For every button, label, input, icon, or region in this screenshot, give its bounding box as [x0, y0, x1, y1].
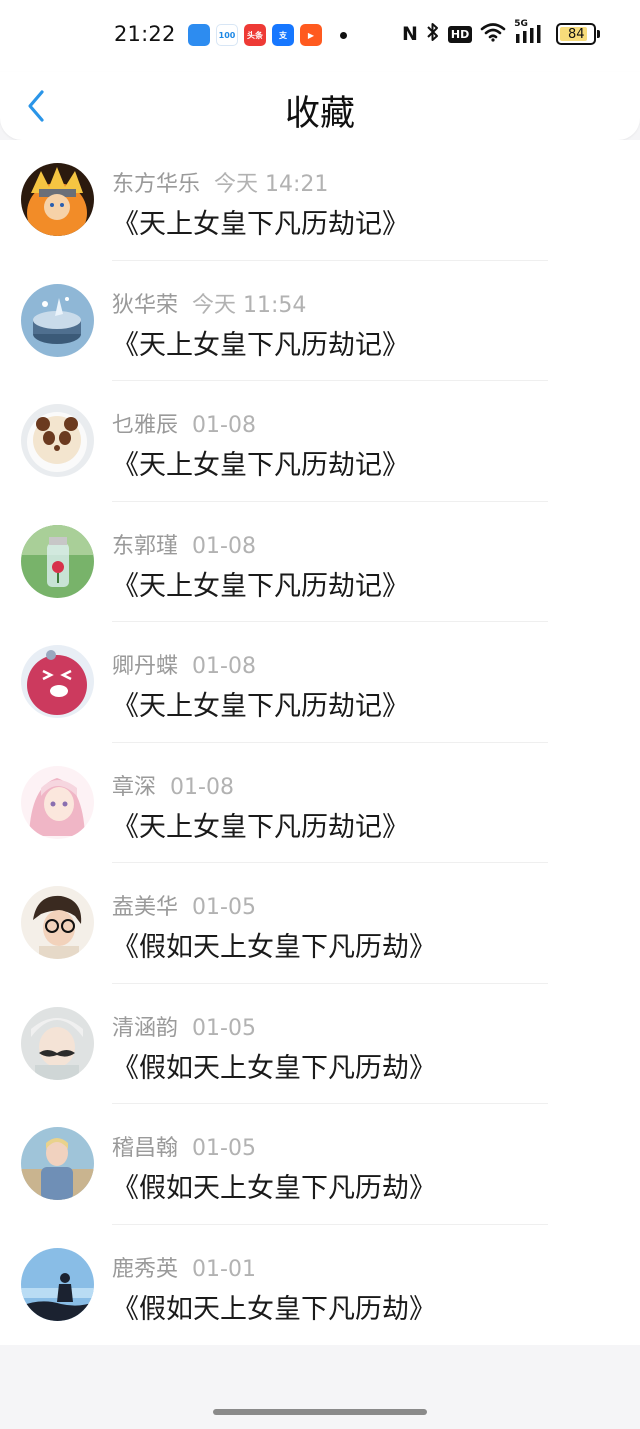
avatar[interactable]: [21, 404, 94, 477]
author-name: 东方华乐: [112, 172, 201, 197]
wifi-icon: [480, 22, 506, 46]
author-name: 狄华荣: [112, 292, 179, 318]
battery-icon: 84: [556, 23, 601, 45]
author-name: 乜雅辰: [112, 413, 179, 438]
battery-tip: [597, 30, 601, 38]
favorite-title[interactable]: 《假如天上女皇下凡历劫》: [112, 1287, 436, 1326]
avatar[interactable]: [21, 1127, 94, 1200]
item-meta: 乜雅辰 01-08: [112, 407, 256, 439]
more-notifications-dot: [340, 31, 347, 39]
timestamp: 01-05: [192, 1015, 256, 1041]
toutiao-app-icon: 头条: [244, 24, 266, 46]
list-item[interactable]: 章深 01-08 《天上女皇下凡历劫记》: [0, 743, 640, 863]
alipay-app-icon: 支: [272, 24, 294, 46]
list-item[interactable]: 狄华荣 今天 11:54 《天上女皇下凡历劫记》: [0, 261, 640, 381]
avatar[interactable]: [21, 1006, 94, 1080]
favorite-title[interactable]: 《假如天上女皇下凡历劫》: [112, 1166, 436, 1205]
avatar[interactable]: [21, 163, 94, 236]
list-item[interactable]: 鹿秀英 01-01 《假如天上女皇下凡历劫》: [0, 1225, 640, 1346]
battery-level: 84: [567, 26, 585, 42]
avatar[interactable]: [21, 1247, 94, 1321]
list-item[interactable]: 稽昌翰 01-05 《假如天上女皇下凡历劫》: [0, 1104, 640, 1225]
author-name: 鹿秀英: [112, 1256, 179, 1282]
bluetooth-icon: [426, 22, 440, 46]
item-meta: 章深 01-08: [112, 769, 234, 801]
favorite-title[interactable]: 《假如天上女皇下凡历劫》: [112, 1046, 436, 1085]
timestamp: 01-01: [192, 1256, 256, 1282]
timestamp: 01-08: [170, 774, 234, 800]
video-app-icon: ▶: [300, 24, 322, 46]
navigation-bar: 收藏: [0, 72, 640, 140]
timestamp: 01-08: [192, 654, 256, 679]
favorites-list: 东方华乐 今天 14:21 《天上女皇下凡历劫记》 狄华荣 今天 11:54 《天上女皇下…: [0, 140, 640, 1345]
item-meta: 稽昌翰 01-05: [112, 1130, 256, 1162]
blue-app-icon: [188, 24, 210, 46]
item-meta: 狄华荣 今天 11:54: [112, 287, 306, 319]
status-bar: 21:22 100 头条支 ▶ N HD 5G 84: [0, 0, 640, 72]
favorite-title[interactable]: 《天上女皇下凡历劫记》: [112, 443, 409, 482]
100-app-icon: 100: [216, 24, 238, 46]
author-name: 盍美华: [112, 895, 179, 920]
avatar[interactable]: [21, 283, 94, 357]
timestamp: 今天 11:54: [192, 292, 307, 318]
list-item[interactable]: 卿丹蝶 01-08 《天上女皇下凡历劫记》: [0, 622, 640, 743]
author-name: 东郭瑾: [112, 533, 179, 559]
cellular-signal-icon: 5G: [514, 20, 544, 44]
hd-icon: HD: [447, 25, 473, 43]
author-name: 卿丹蝶: [112, 654, 179, 679]
nfc-icon: N: [402, 22, 418, 45]
favorite-title[interactable]: 《天上女皇下凡历劫记》: [112, 564, 409, 603]
item-meta: 卿丹蝶 01-08: [112, 648, 256, 680]
author-name: 清涵韵: [112, 1015, 179, 1041]
notification-app-icons: 100 头条支 ▶: [188, 24, 347, 46]
avatar[interactable]: [21, 645, 94, 718]
timestamp: 01-08: [192, 413, 256, 438]
item-meta: 鹿秀英 01-01: [112, 1251, 256, 1283]
item-meta: 清涵韵 01-05: [112, 1010, 256, 1042]
favorite-title[interactable]: 《天上女皇下凡历劫记》: [112, 202, 409, 241]
status-time: 21:22: [114, 22, 176, 46]
home-indicator[interactable]: [213, 1409, 427, 1415]
timestamp: 01-08: [192, 533, 256, 559]
timestamp: 今天 14:21: [214, 172, 329, 197]
item-meta: 东郭瑾 01-08: [112, 528, 256, 560]
avatar[interactable]: [21, 524, 94, 598]
avatar[interactable]: [21, 886, 94, 959]
list-item[interactable]: 东方华乐 今天 14:21 《天上女皇下凡历劫记》: [0, 140, 640, 261]
list-item[interactable]: 东郭瑾 01-08 《天上女皇下凡历劫记》: [0, 502, 640, 622]
author-name: 稽昌翰: [112, 1136, 179, 1161]
favorite-title[interactable]: 《假如天上女皇下凡历劫》: [112, 925, 436, 964]
page-title: 收藏: [284, 94, 355, 134]
list-item[interactable]: 乜雅辰 01-08 《天上女皇下凡历劫记》: [0, 381, 640, 502]
item-meta: 盍美华 01-05: [112, 889, 256, 921]
list-item[interactable]: 盍美华 01-05 《假如天上女皇下凡历劫》: [0, 863, 640, 984]
timestamp: 01-05: [192, 1136, 256, 1161]
favorite-title[interactable]: 《天上女皇下凡历劫记》: [112, 805, 409, 844]
system-icons: N HD 5G 84: [402, 20, 601, 46]
item-meta: 东方华乐 今天 14:21: [112, 166, 328, 198]
list-item[interactable]: 清涵韵 01-05 《假如天上女皇下凡历劫》: [0, 984, 640, 1104]
timestamp: 01-05: [192, 895, 256, 920]
favorite-title[interactable]: 《天上女皇下凡历劫记》: [112, 684, 409, 723]
author-name: 章深: [112, 774, 157, 800]
avatar[interactable]: [21, 765, 94, 839]
favorite-title[interactable]: 《天上女皇下凡历劫记》: [112, 323, 409, 362]
